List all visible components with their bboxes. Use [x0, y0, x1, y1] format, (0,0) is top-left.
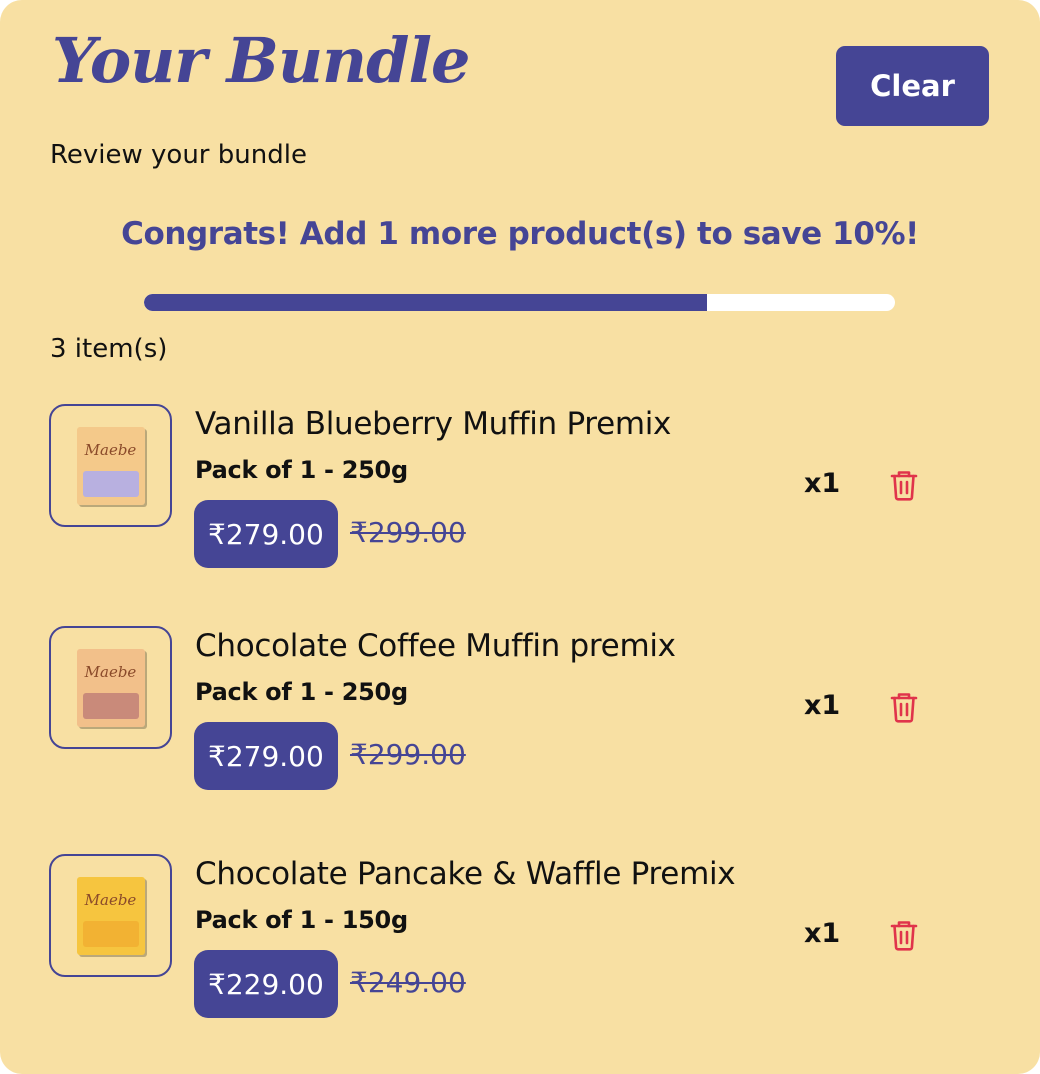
product-image: Maebe [76, 876, 145, 955]
trash-icon[interactable] [885, 916, 923, 954]
cart-item: Maebe Chocolate Pancake & Waffle Premix … [0, 854, 1040, 1024]
compare-price: ₹299.00 [350, 516, 466, 549]
quantity: x1 [804, 468, 841, 499]
product-variant: Pack of 1 - 250g [195, 456, 408, 484]
product-variant: Pack of 1 - 250g [195, 678, 408, 706]
compare-price: ₹299.00 [350, 738, 466, 771]
product-variant: Pack of 1 - 150g [195, 906, 408, 934]
quantity: x1 [804, 690, 841, 721]
product-thumbnail[interactable]: Maebe [49, 626, 172, 749]
product-image: Maebe [76, 648, 145, 727]
product-name[interactable]: Chocolate Pancake & Waffle Premix [195, 856, 736, 892]
page-subtitle: Review your bundle [50, 140, 307, 170]
product-thumbnail[interactable]: Maebe [49, 854, 172, 977]
quantity: x1 [804, 918, 841, 949]
promo-message: Congrats! Add 1 more product(s) to save … [121, 216, 919, 252]
cart-item: Maebe Chocolate Coffee Muffin premix Pac… [0, 626, 1040, 796]
page-title: Your Bundle [52, 24, 470, 97]
pack-band [82, 692, 139, 719]
bundle-panel: Your Bundle Clear Review your bundle Con… [0, 0, 1040, 1074]
product-image: Maebe [76, 426, 145, 505]
brand-logo: Maebe [84, 662, 137, 681]
price-badge: ₹279.00 [194, 500, 338, 568]
trash-icon[interactable] [885, 688, 923, 726]
product-name[interactable]: Vanilla Blueberry Muffin Premix [195, 406, 671, 442]
progress-fill [144, 294, 708, 311]
progress-bar [144, 294, 895, 311]
trash-icon[interactable] [885, 466, 923, 504]
price-badge: ₹229.00 [194, 950, 338, 1018]
price-badge: ₹279.00 [194, 722, 338, 790]
compare-price: ₹249.00 [350, 966, 466, 999]
product-name[interactable]: Chocolate Coffee Muffin premix [195, 628, 676, 664]
item-count: 3 item(s) [50, 334, 168, 364]
cart-item: Maebe Vanilla Blueberry Muffin Premix Pa… [0, 404, 1040, 574]
brand-logo: Maebe [84, 440, 137, 459]
pack-band [82, 470, 139, 497]
pack-band [82, 920, 139, 947]
clear-button[interactable]: Clear [836, 46, 989, 126]
product-thumbnail[interactable]: Maebe [49, 404, 172, 527]
brand-logo: Maebe [84, 890, 137, 909]
